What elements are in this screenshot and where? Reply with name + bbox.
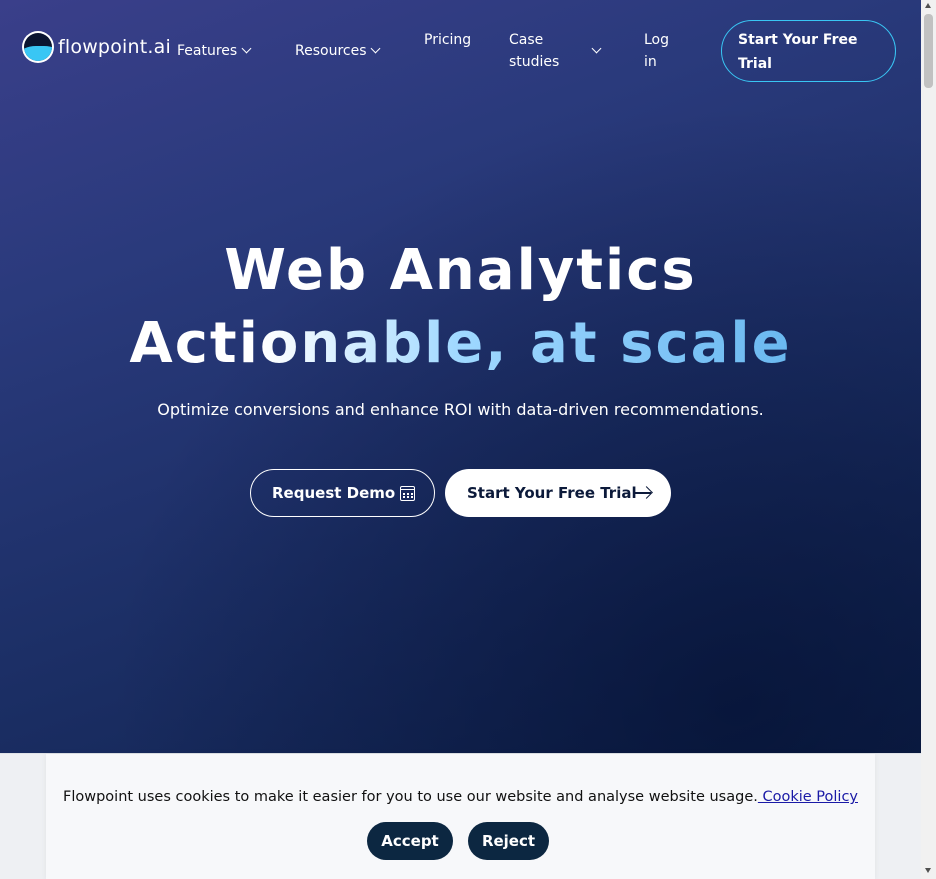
scrollbar[interactable] (921, 0, 936, 879)
nav-case-studies[interactable]: Case studies (509, 29, 559, 73)
nav-case-studies-label-line1: Case (509, 32, 544, 48)
hero-title-line2-text: Actionable, at scale (129, 311, 792, 376)
request-demo-button[interactable]: Request Demo (250, 469, 435, 517)
nav-resources[interactable]: Resources (295, 40, 367, 62)
calendar-icon (400, 486, 415, 501)
nav-pricing[interactable]: Pricing (424, 29, 471, 51)
nav-features-label: Features (177, 43, 238, 59)
chevron-down-icon (370, 43, 381, 54)
chevron-down-icon (241, 43, 252, 54)
accept-cookies-button[interactable]: Accept (367, 822, 453, 860)
cookie-message: Flowpoint uses cookies to make it easier… (0, 789, 921, 805)
header-free-trial-label-line2: Trial (738, 56, 772, 72)
scroll-down-icon[interactable] (925, 868, 931, 873)
nav-features[interactable]: Features (177, 40, 237, 62)
header-free-trial-button[interactable]: Start Your Free Trial (721, 20, 896, 82)
reject-cookies-button[interactable]: Reject (468, 822, 549, 860)
nav-login-label-line1: Log (644, 32, 670, 48)
nav-login-label-line2: in (644, 54, 657, 70)
nav-login[interactable]: Log in (644, 29, 669, 73)
hero-title-line1: Web Analytics (224, 238, 697, 303)
hero-free-trial-label: Start Your Free Trial (467, 484, 637, 502)
cookie-banner: Flowpoint uses cookies to make it easier… (0, 753, 921, 879)
nav-resources-label: Resources (295, 43, 367, 59)
cookie-message-text: Flowpoint uses cookies to make it easier… (62, 789, 758, 805)
chevron-down-icon (591, 43, 602, 54)
hero-subtitle: Optimize conversions and enhance ROI wit… (157, 400, 764, 419)
logo[interactable]: flowpoint.ai (22, 31, 171, 63)
scroll-up-icon[interactable] (925, 3, 931, 8)
logo-icon (22, 31, 54, 63)
request-demo-label: Request Demo (272, 484, 396, 502)
arrow-right-icon (634, 492, 651, 494)
cookie-policy-link[interactable]: Cookie Policy (758, 789, 858, 805)
nav-pricing-label: Pricing (424, 32, 472, 48)
nav-case-studies-label-line2: studies (509, 54, 560, 70)
hero-free-trial-button[interactable]: Start Your Free Trial (445, 469, 671, 517)
hero-section: flowpoint.ai Features Resources Pricing … (0, 0, 921, 879)
scroll-thumb[interactable] (924, 14, 933, 88)
logo-text: flowpoint.ai (58, 36, 171, 58)
hero-title-line2: Actionable, at scale (0, 311, 921, 376)
cookie-banner-card (46, 754, 875, 879)
header-free-trial-label-line1: Start Your Free (738, 32, 858, 48)
